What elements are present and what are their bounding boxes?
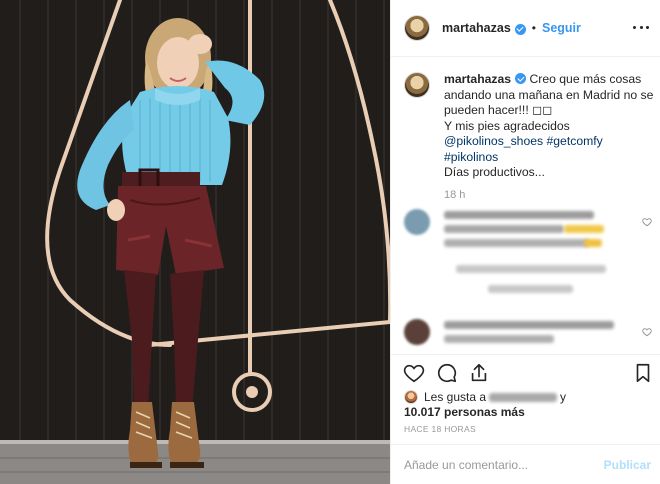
mention-pikolinos-shoes[interactable]: @pikolinos_shoes — [444, 134, 543, 148]
action-bar — [391, 354, 660, 388]
hashtag-getcomfy[interactable]: #getcomfy — [547, 134, 603, 148]
author-avatar[interactable] — [404, 15, 430, 41]
caption-username[interactable]: martahazas — [444, 72, 511, 86]
caption-time: 18 h — [444, 188, 466, 201]
likes-connector: y — [560, 390, 567, 404]
post-header: martahazas • Seguir — [391, 0, 660, 57]
post-photo[interactable] — [0, 0, 390, 484]
caption: martahazas Creo que más cosas andando un… — [404, 72, 654, 201]
photo-illustration — [0, 0, 390, 484]
post-timestamp[interactable]: HACE 18 HORAS — [404, 424, 476, 434]
caption-verified-icon — [515, 73, 527, 84]
caption-line-2: Y mis pies agradecidos — [444, 118, 570, 133]
blurred-liker-name — [489, 393, 558, 403]
blurred-comment-avatar — [404, 209, 430, 235]
hashtag-pikolinos[interactable]: #pikolinos — [444, 150, 498, 164]
caption-avatar[interactable] — [404, 72, 430, 98]
comment-like-icon[interactable] — [642, 217, 652, 227]
add-comment-bar: Publicar — [391, 444, 660, 484]
verified-badge-icon — [514, 23, 526, 35]
follow-button[interactable]: Seguir — [542, 21, 581, 35]
likes-count[interactable]: 10.017 personas más — [404, 405, 525, 419]
post-details-panel: martahazas • Seguir martahazas Creo que … — [390, 0, 660, 484]
share-icon[interactable] — [468, 362, 490, 384]
caption-text: martahazas Creo que más cosas andando un… — [444, 72, 654, 181]
comments-section[interactable]: martahazas Creo que más cosas andando un… — [391, 57, 660, 354]
blurred-comment-avatar — [404, 319, 430, 345]
publish-button[interactable]: Publicar — [604, 458, 651, 472]
header-separator: • — [531, 21, 536, 35]
likes-line: Les gusta a y — [424, 390, 566, 404]
caption-line-4: Días productivos... — [444, 165, 545, 179]
comment-input[interactable] — [404, 456, 594, 474]
bookmark-icon[interactable] — [632, 362, 654, 384]
comment-bubble-icon[interactable] — [436, 362, 458, 384]
more-horizontal-icon[interactable] — [633, 19, 649, 35]
author-username[interactable]: martahazas — [442, 21, 511, 35]
comment-like-icon[interactable] — [642, 327, 652, 337]
heart-icon[interactable] — [403, 362, 425, 384]
liker-avatar — [404, 390, 418, 404]
likes-prefix: Les gusta a — [424, 390, 487, 404]
likes-summary[interactable]: Les gusta a y 10.017 personas más — [404, 388, 654, 422]
